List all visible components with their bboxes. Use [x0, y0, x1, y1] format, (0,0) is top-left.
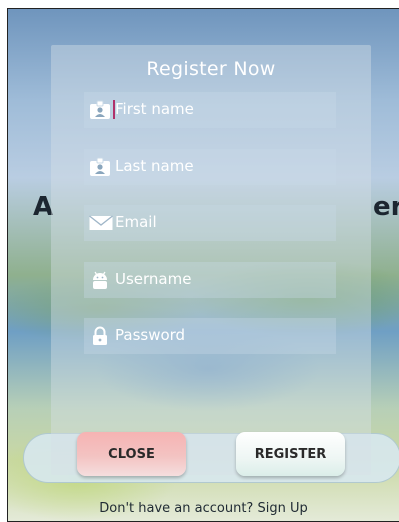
first-name-field[interactable]: First name	[84, 92, 336, 128]
register-button[interactable]: REGISTER	[236, 432, 345, 476]
envelope-icon	[89, 213, 113, 233]
signup-link[interactable]: Don't have an account? Sign Up	[8, 501, 399, 516]
lock-icon	[89, 326, 111, 346]
app-screen: A er Don't have an account? Sign Up Regi…	[7, 8, 399, 522]
last-name-placeholder: Last name	[115, 157, 194, 175]
background-title-fragment-right: er	[373, 192, 399, 222]
contact-card-icon	[89, 100, 111, 120]
contact-card-icon	[89, 157, 111, 177]
last-name-field[interactable]: Last name	[84, 149, 336, 185]
register-dialog: Register Now First name Last name Email …	[51, 45, 371, 476]
android-icon	[89, 270, 111, 290]
password-field[interactable]: Password	[84, 318, 336, 354]
username-placeholder: Username	[115, 270, 192, 288]
email-placeholder: Email	[115, 213, 157, 231]
dialog-title: Register Now	[146, 58, 276, 80]
email-field[interactable]: Email	[84, 205, 336, 241]
close-button[interactable]: CLOSE	[77, 432, 186, 476]
password-placeholder: Password	[115, 326, 186, 344]
first-name-placeholder: First name	[115, 100, 194, 118]
username-field[interactable]: Username	[84, 262, 336, 298]
